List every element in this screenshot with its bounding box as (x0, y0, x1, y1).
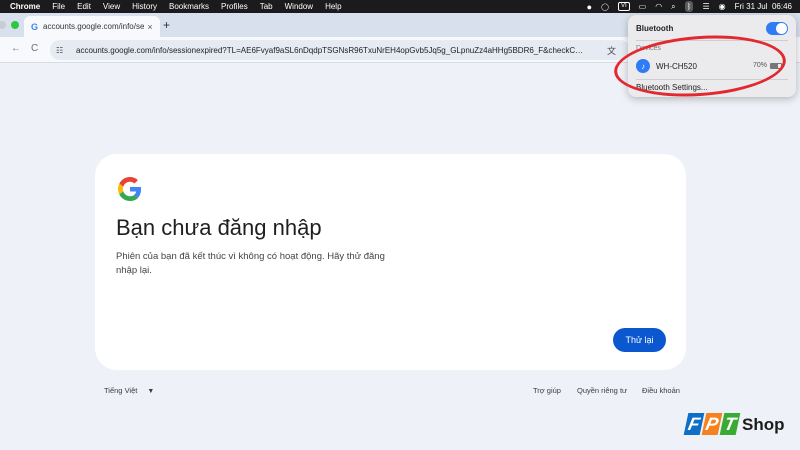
wifi-icon[interactable]: ◠ (655, 2, 662, 11)
privacy-link[interactable]: Quyền riêng tư (577, 386, 627, 395)
menu-history[interactable]: History (132, 2, 157, 11)
devices-section-label: Devices (636, 45, 661, 52)
session-expired-card: Bạn chưa đăng nhập Phiên của bạn đã kết … (95, 154, 686, 370)
menu-tab[interactable]: Tab (260, 2, 273, 11)
menu-app-name[interactable]: Chrome (10, 2, 40, 11)
google-favicon-icon: G (31, 21, 39, 32)
dropdown-caret-icon: ▼ (147, 388, 155, 395)
macos-menu-bar: Chrome File Edit View History Bookmarks … (0, 0, 800, 13)
battery-icon[interactable]: ▭ (639, 2, 647, 11)
tab-active[interactable]: G accounts.google.com/info/se × (24, 16, 160, 37)
battery-icon (770, 62, 782, 69)
divider (636, 79, 788, 80)
window-close-control[interactable] (0, 21, 6, 29)
device-battery-percent: 70% (752, 62, 767, 69)
address-url[interactable]: accounts.google.com/info/sessionexpired?… (76, 46, 630, 55)
google-logo-icon (118, 177, 142, 201)
fpt-shop-logo: F P T Shop (683, 408, 796, 442)
site-info-icon[interactable]: ☷ (56, 46, 68, 55)
page-title: Bạn chưa đăng nhập (116, 215, 322, 240)
input-source-indicator[interactable]: VI (617, 2, 630, 11)
menubar-status-area: ● ◯ VI ▭ ◠ ⌕ ᛒ ☰ ◉ Fri 31 Jul 06:46 (587, 0, 792, 13)
bluetooth-menu: Bluetooth Devices ♪ WH-CH520 70% Bluetoo… (628, 15, 796, 97)
battery-level-fill (771, 63, 778, 68)
divider (636, 40, 788, 41)
menu-file[interactable]: File (52, 2, 65, 11)
reload-button[interactable]: C (31, 43, 38, 54)
address-bar[interactable]: ☷ accounts.google.com/info/sessionexpire… (50, 40, 630, 60)
menu-clock[interactable]: Fri 31 Jul 06:46 (735, 2, 792, 11)
translate-icon[interactable]: 文 (607, 44, 616, 57)
bluetooth-toggle[interactable] (766, 22, 788, 35)
menu-help[interactable]: Help (325, 2, 341, 11)
github-icon[interactable]: ● (587, 2, 592, 12)
language-selector[interactable]: Tiếng Việt ▼ (104, 386, 154, 395)
back-button[interactable]: ← (11, 43, 21, 54)
help-link[interactable]: Trợ giúp (533, 386, 561, 395)
device-name: WH-CH520 (656, 61, 697, 71)
tab-close-icon[interactable]: × (144, 22, 156, 32)
new-tab-button[interactable]: + (163, 18, 170, 32)
fpt-shop-text: Shop (742, 415, 785, 434)
retry-button[interactable]: Thử lại (613, 328, 666, 352)
control-center-icon[interactable]: ☰ (702, 2, 709, 11)
menu-edit[interactable]: Edit (77, 2, 91, 11)
language-label: Tiếng Việt (104, 386, 138, 395)
bluetooth-settings-link[interactable]: Bluetooth Settings... (636, 83, 708, 92)
toggle-knob (776, 23, 787, 34)
window-zoom-control[interactable] (11, 21, 19, 29)
menu-bookmarks[interactable]: Bookmarks (169, 2, 209, 11)
menu-view[interactable]: View (103, 2, 120, 11)
search-icon[interactable]: ⌕ (671, 2, 675, 12)
menu-window[interactable]: Window (285, 2, 313, 11)
device-battery: 70% (753, 62, 782, 69)
tab-title: accounts.google.com/info/se (43, 22, 144, 31)
bluetooth-menu-icon[interactable]: ᛒ (684, 1, 694, 12)
fpt-letter-t: T (719, 413, 741, 435)
bluetooth-title: Bluetooth (636, 24, 674, 33)
menu-profiles[interactable]: Profiles (221, 2, 248, 11)
terms-link[interactable]: Điều khoản (642, 386, 680, 395)
siri-icon[interactable]: ◉ (719, 2, 726, 11)
session-expired-message: Phiên của bạn đã kết thúc vì không có ho… (116, 251, 385, 276)
headphones-icon: ♪ (636, 59, 650, 73)
ellipse-icon[interactable]: ◯ (601, 3, 609, 11)
bluetooth-device-item[interactable]: ♪ WH-CH520 (636, 59, 697, 73)
